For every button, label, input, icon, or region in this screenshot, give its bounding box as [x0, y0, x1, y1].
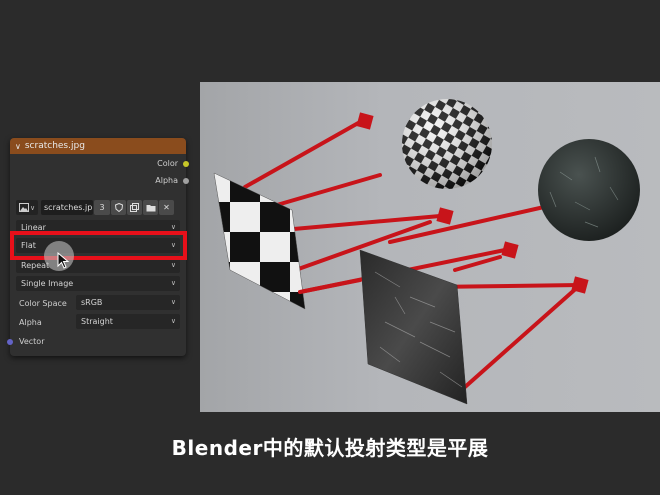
output-alpha-row: Alpha — [10, 171, 189, 188]
output-color-row: Color — [10, 154, 189, 171]
node-title: scratches.jpg — [24, 141, 85, 151]
image-name-field[interactable]: scratches.jp — [41, 200, 93, 215]
chevron-down-icon: ∨ — [170, 261, 176, 269]
output-color-label: Color — [157, 159, 178, 168]
color-space-dropdown[interactable]: sRGB ∨ — [76, 295, 180, 310]
node-header[interactable]: ∨ scratches.jpg — [10, 138, 186, 154]
source-dropdown[interactable]: Single Image ∨ — [16, 276, 180, 291]
chevron-down-icon: ∨ — [170, 298, 176, 306]
chevron-down-icon: ∨ — [170, 279, 176, 287]
chevron-down-icon: ∨ — [170, 317, 176, 325]
close-icon[interactable]: ✕ — [159, 200, 174, 215]
image-toolbar: ∨ scratches.jp 3 ✕ — [16, 200, 174, 215]
chevron-down-icon: ∨ — [29, 203, 36, 212]
color-space-value: sRGB — [81, 298, 103, 307]
image-browse-button[interactable]: ∨ — [16, 200, 38, 215]
3d-viewport[interactable] — [200, 82, 660, 412]
vector-input-label: Vector — [19, 337, 45, 346]
extension-dropdown[interactable]: Repeat ∨ — [16, 258, 180, 273]
color-space-label: Color Space — [19, 299, 67, 308]
output-alpha-label: Alpha — [155, 176, 178, 185]
alpha-mode-value: Straight — [81, 317, 113, 326]
color-socket-icon[interactable] — [183, 161, 189, 167]
alpha-mode-dropdown[interactable]: Straight ∨ — [76, 314, 180, 329]
vector-socket-icon[interactable] — [7, 339, 13, 345]
alpha-mode-label: Alpha — [19, 318, 42, 327]
mouse-pointer-icon — [57, 252, 70, 269]
scene-illustration — [213, 99, 640, 405]
fake-user-shield-icon[interactable] — [111, 200, 126, 215]
alpha-socket-icon[interactable] — [183, 178, 189, 184]
image-icon — [18, 203, 29, 212]
video-subtitle: Blender中的默认投射类型是平展 — [171, 436, 489, 460]
source-value: Single Image — [21, 279, 74, 288]
collapse-chevron-icon[interactable]: ∨ — [15, 142, 21, 151]
chevron-down-icon: ∨ — [170, 223, 176, 231]
users-count[interactable]: 3 — [94, 200, 110, 215]
open-folder-icon[interactable] — [143, 200, 158, 215]
duplicate-copy-icon[interactable] — [127, 200, 142, 215]
projection-highlight-box — [10, 231, 187, 260]
